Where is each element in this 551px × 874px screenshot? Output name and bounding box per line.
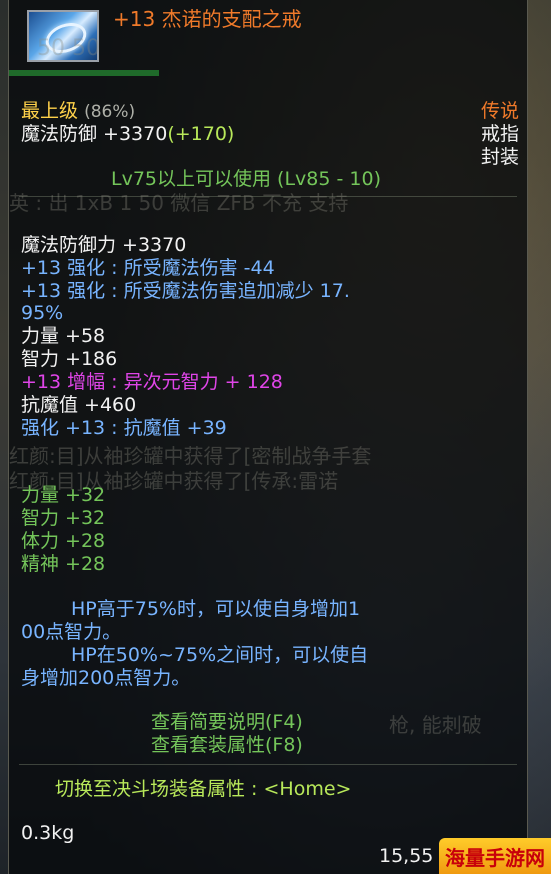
effect-line-2: 00点智力。 [21,621,122,643]
item-weight: 0.3kg [21,822,75,844]
item-price: 15,55 [379,845,434,867]
item-tooltip: +13 杰诺的支配之戒 50 50 最上级 (86%) 传说 魔法防御 +337… [8,0,528,874]
intelligence-stat: 智力 +186 [21,348,118,370]
reinforce-effect-1: +13 强化 : 所受魔法伤害 -44 [21,257,275,279]
item-title: +13 杰诺的支配之戒 [113,7,302,31]
effect-line-1: HP高于75%时，可以使自身增加1 [71,598,361,620]
set-bonus-vitality: 体力 +28 [21,530,106,552]
durability-bar [9,70,159,76]
resist-reinforce: 强化 +13 : 抗魔值 +39 [21,417,227,439]
magic-resist-stat: 抗魔值 +460 [21,394,137,416]
magic-defense-stat: 魔法防御力 +3370 [21,234,187,256]
strength-stat: 力量 +58 [21,325,106,347]
set-bonus-spirit: 精神 +28 [21,553,106,575]
grade-label: 最上级 (86%) [21,100,136,122]
seal-status: 封装 [480,146,519,168]
background-text: 枪, 能刺破 [389,713,482,737]
reinforce-effect-2: +13 强化 : 所受魔法伤害追加减少 17. [21,280,350,302]
background-text: 英 : 出 1xB 1 50 微信 ZFB 不充 支持 [9,191,349,215]
item-type: 戒指 [480,123,519,145]
view-brief-button[interactable]: 查看简要说明(F4) [151,711,303,733]
amplify-effect: +13 增幅 : 异次元智力 + 128 [21,371,283,393]
switch-pvp-button[interactable]: 切换至决斗场装备属性 : <Home> [55,778,351,800]
set-bonus-intelligence: 智力 +32 [21,507,106,529]
reinforce-effect-2-cont: 95% [21,302,64,324]
view-set-button[interactable]: 查看套装属性(F8) [151,734,303,756]
divider [19,764,517,765]
level-requirement: Lv75以上可以使用 (Lv85 - 10) [111,168,381,190]
effect-line-4: 身增加200点智力。 [21,667,191,689]
set-bonus-strength: 力量 +32 [21,484,106,506]
effect-line-3: HP在50%~75%之间时，可以使自 [71,644,369,666]
site-watermark: 海量手游网 [439,838,551,874]
background-text: 50 50 [37,36,100,61]
base-magic-defense: 魔法防御 +3370(+170) [21,123,235,145]
rarity-label: 传说 [480,100,519,122]
background-text: 红颜:目]从袖珍罐中获得了[密制战争手套 [9,444,372,468]
